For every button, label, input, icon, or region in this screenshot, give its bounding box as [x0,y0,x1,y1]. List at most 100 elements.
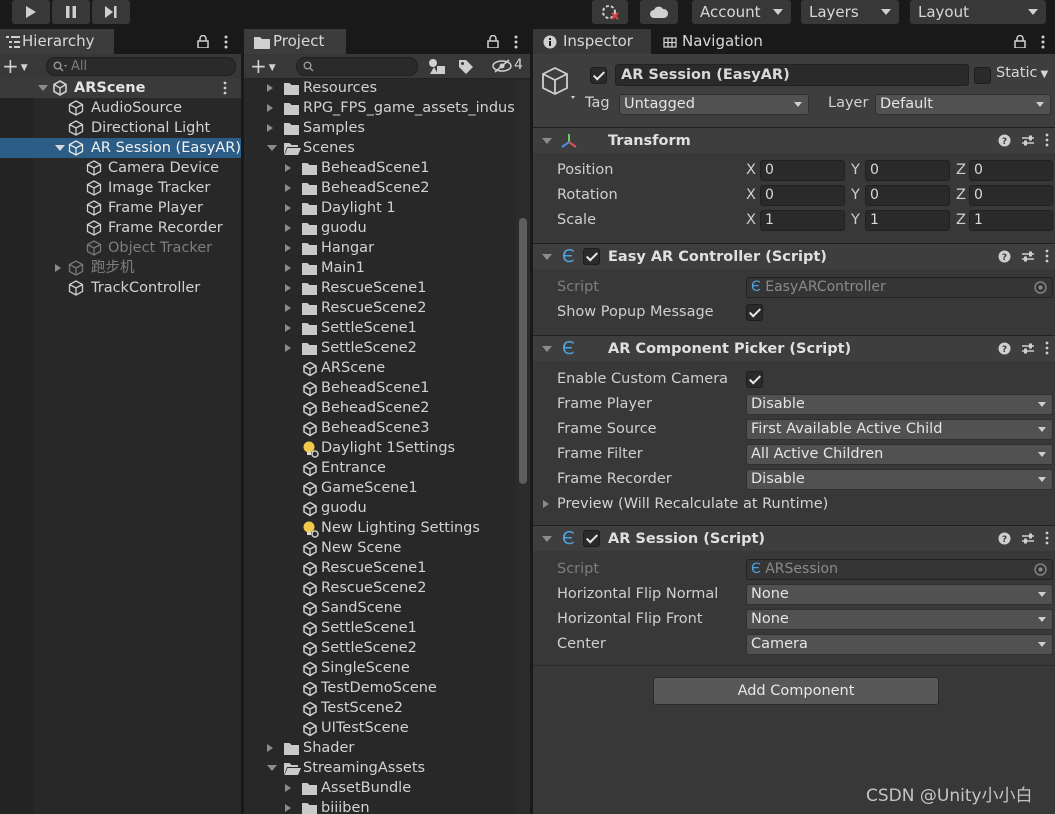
script-field[interactable]: Є EasyARController [746,277,1053,298]
position-y-field[interactable]: 0 [865,160,950,181]
x-label[interactable]: X [746,210,756,230]
tab-navigation[interactable]: Navigation [653,29,783,54]
ar-session-header[interactable]: Є AR Session (Script) ? [533,525,1055,551]
rotation-label[interactable]: Rotation [557,185,618,205]
transform-header[interactable]: Transform ? [533,127,1055,153]
project-item[interactable]: New Scene [244,538,516,558]
hierarchy-item[interactable]: AudioSource [0,98,241,118]
tag-dropdown[interactable]: Untagged [619,94,809,115]
frame-player-dropdown[interactable]: Disable [746,394,1053,415]
tab-inspector[interactable]: Inspector [533,29,651,54]
project-item[interactable]: RPG_FPS_game_assets_indus [244,98,516,118]
expand-arrow-icon[interactable] [285,224,291,232]
z-label[interactable]: Z [956,185,966,205]
account-dropdown[interactable]: Account [692,0,791,24]
project-item[interactable]: GameScene1 [244,478,516,498]
kebab-menu-icon[interactable] [1041,35,1045,49]
hierarchy-item-inactive[interactable]: Object Tracker [0,238,241,258]
project-item[interactable]: Entrance [244,458,516,478]
center-dropdown[interactable]: Camera [746,634,1053,655]
expand-arrow-icon[interactable] [285,784,291,792]
layer-dropdown[interactable]: Default [875,94,1051,115]
project-item[interactable]: Main1 [244,258,516,278]
hierarchy-item-selected[interactable]: AR Session (EasyAR) [0,138,241,158]
project-item[interactable]: TestScene2 [244,698,516,718]
project-item[interactable]: StreamingAssets [244,758,516,778]
kebab-menu-icon[interactable] [1045,341,1049,355]
object-name-input[interactable]: AR Session (EasyAR) [615,64,969,86]
hierarchy-item[interactable]: Camera Device [0,158,241,178]
show-popup-checkbox[interactable] [746,304,763,321]
project-scrollbar[interactable] [516,80,530,814]
hidden-packages-icon[interactable] [492,59,512,73]
position-z-field[interactable]: 0 [969,160,1053,181]
project-item[interactable]: biiiben [244,798,516,814]
lock-icon[interactable] [197,35,209,48]
scale-z-field[interactable]: 1 [969,210,1053,231]
scene-row[interactable]: ARScene [0,78,241,98]
add-component-button[interactable]: Add Component [653,677,939,705]
hflip-front-dropdown[interactable]: None [746,609,1053,630]
project-item[interactable]: AssetBundle [244,778,516,798]
component-enabled-checkbox[interactable] [583,530,600,547]
project-search-input[interactable] [296,57,418,76]
project-item[interactable]: RescueScene1 [244,558,516,578]
project-item[interactable]: Hangar [244,238,516,258]
create-button[interactable]: + ▼ [2,56,28,78]
expand-arrow-icon[interactable] [285,324,291,332]
frame-recorder-dropdown[interactable]: Disable [746,469,1053,490]
easyar-controller-header[interactable]: Є Easy AR Controller (Script) ? [533,243,1055,269]
play-button[interactable] [12,0,50,24]
expand-arrow-icon[interactable] [285,304,291,312]
hierarchy-item[interactable]: Frame Player [0,198,241,218]
script-field[interactable]: Є ARSession [746,559,1053,580]
z-label[interactable]: Z [956,210,966,230]
expand-arrow-icon[interactable] [285,184,291,192]
presets-icon[interactable] [1021,342,1035,355]
expand-arrow-icon[interactable] [267,744,273,752]
expand-arrow-icon[interactable] [285,164,291,172]
rotation-x-field[interactable]: 0 [760,185,845,206]
project-item[interactable]: RescueScene1 [244,278,516,298]
lock-icon[interactable] [1014,35,1026,48]
x-label[interactable]: X [746,185,756,205]
project-item[interactable]: Shader [244,738,516,758]
frame-filter-dropdown[interactable]: All Active Children [746,444,1053,465]
object-picker-icon[interactable] [1034,563,1047,576]
scrollbar-thumb[interactable] [519,218,527,484]
component-enabled-checkbox[interactable] [583,248,600,265]
tab-hierarchy[interactable]: Hierarchy [0,29,114,54]
tab-project[interactable]: Project [244,29,346,54]
project-item[interactable]: Samples [244,118,516,138]
help-icon[interactable]: ? [998,342,1011,355]
object-picker-icon[interactable] [1034,281,1047,294]
lock-icon[interactable] [487,35,499,48]
y-label[interactable]: Y [851,160,860,180]
active-checkbox[interactable] [590,67,607,84]
y-label[interactable]: Y [851,185,860,205]
project-item[interactable]: UITestScene [244,718,516,738]
kebab-menu-icon[interactable] [224,35,228,49]
expand-arrow-icon[interactable] [267,84,273,92]
expand-arrow-icon[interactable] [285,244,291,252]
hierarchy-item[interactable]: Image Tracker [0,178,241,198]
project-item[interactable]: BeheadScene1 [244,378,516,398]
project-item[interactable]: Scenes [244,138,516,158]
collapse-arrow-icon[interactable] [267,145,277,151]
layout-dropdown[interactable]: Layout [910,0,1046,24]
project-item[interactable]: SettleScene1 [244,318,516,338]
help-icon[interactable]: ? [998,134,1011,147]
presets-icon[interactable] [1021,134,1035,147]
hierarchy-search-input[interactable]: All [46,57,236,76]
expand-arrow-icon[interactable] [285,804,291,812]
create-asset-button[interactable]: + ▼ [250,56,276,78]
scale-label[interactable]: Scale [557,210,596,230]
project-item[interactable]: ARScene [244,358,516,378]
expand-arrow-icon[interactable] [267,104,273,112]
hierarchy-item[interactable]: TrackController [0,278,241,298]
ar-component-picker-header[interactable]: Є AR Component Picker (Script) ? [533,335,1055,361]
project-item[interactable]: BeheadScene2 [244,178,516,198]
expand-arrow-icon[interactable] [285,344,291,352]
y-label[interactable]: Y [851,210,860,230]
hierarchy-item[interactable]: Directional Light [0,118,241,138]
